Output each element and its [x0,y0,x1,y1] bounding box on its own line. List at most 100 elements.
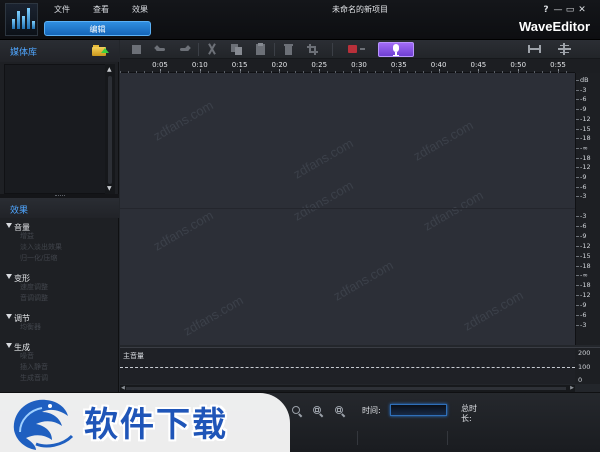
db-scale-mark [576,99,579,101]
media-library-list[interactable] [4,64,114,194]
db-scale-label: -18 [580,153,591,162]
maximize-button[interactable]: ▭ [565,5,575,15]
wave-editor-window: 文件 查看 效果 编辑 未命名的新项目 ? — ▭ ✕ WaveEditor 媒… [0,0,600,452]
effects-item[interactable]: 插入静音 [4,362,116,373]
scroll-up-icon[interactable]: ▲ [107,66,112,73]
db-scale: dB -3 -6 -9 -12 -15 -18 -∞ -18 -12 -9 -6 -3 -3 -6 -9 -12… [575,73,600,345]
effects-item[interactable]: 噪音 [4,351,116,362]
watermark-text: zdfans.com [410,117,476,164]
paste-icon[interactable] [254,43,267,55]
master-scale-label: 0 [578,376,583,384]
ruler-tick-label: 0:25 [311,61,328,69]
open-folder-icon[interactable] [92,45,109,56]
save-icon[interactable] [130,43,143,55]
copy-icon[interactable] [230,43,243,55]
db-scale-mark [576,315,579,316]
scroll-down-icon[interactable]: ▼ [107,185,112,192]
db-scale-label: -6 [580,95,587,104]
db-scale-mark [576,157,579,159]
mic-icon [392,44,400,56]
db-scale-label: -∞ [580,143,588,152]
zoom-fit-icon[interactable] [335,406,347,418]
effects-group-label: 变形 [14,274,30,283]
db-scale-label: -3 [580,212,587,220]
effects-group-adjust[interactable]: 调节 [4,313,116,323]
effects-group-volume[interactable]: 音量 [4,222,116,232]
ruler-tick-label: 0:40 [430,61,447,69]
scroll-right-icon[interactable]: ▶ [570,385,574,391]
ruler-tick-label: 0:05 [152,61,168,69]
master-volume-track[interactable]: 主音量 [120,347,575,384]
db-scale-label: -9 [580,173,587,181]
effects-item[interactable]: 淡入淡出效果 [4,242,116,253]
master-volume-scale: 200 100 0 [575,347,600,384]
master-volume-envelope[interactable] [120,367,575,368]
help-button[interactable]: ? [541,5,551,15]
effects-item[interactable]: 生成音调 [4,373,116,384]
record-dropdown-icon[interactable] [346,43,370,55]
ruler-tick-label: 0:55 [550,61,566,69]
watermark-text: zdfans.com [290,135,356,182]
db-scale-mark [576,305,579,307]
media-library-title: 媒体库 [10,48,38,58]
zoom-selection-icon[interactable] [313,406,325,418]
db-scale-label: -∞ [580,271,588,280]
editing-toolbar [120,40,600,59]
ruler-tick-label: 0:15 [231,61,248,69]
horizontal-scrollbar[interactable]: ◀ ▶ [120,385,575,392]
db-scale-mark [576,255,579,257]
effects-group-label: 音量 [14,223,30,232]
effects-item[interactable]: 归一化/压缩 [4,253,116,264]
toolbar-divider [198,43,199,56]
minimize-button[interactable]: — [553,5,563,15]
effects-group-generate[interactable]: 生成 [4,342,116,352]
db-scale-label: -12 [580,163,591,172]
effects-item[interactable]: 均衡器 [4,322,116,333]
db-scale-mark [576,265,579,267]
db-scale-mark [576,245,579,247]
time-ruler[interactable]: 0:05 0:10 0:15 0:20 0:25 0:30 0:35 0:40 0:45 0:50… [120,59,575,73]
watermark-text: zdfans.com [460,287,526,334]
expand-triangle-icon[interactable] [6,314,12,319]
scroll-left-icon[interactable]: ◀ [121,385,125,391]
undo-icon[interactable] [154,43,167,55]
db-scale-label: -9 [580,301,587,310]
brand-logo: WaveEditor [518,19,590,34]
db-scale-label: -15 [580,251,591,260]
effects-item[interactable]: 速度调整 [4,282,116,293]
expand-triangle-icon[interactable] [6,274,12,279]
redo-icon[interactable] [178,43,191,55]
effects-group-label: 生成 [14,343,30,352]
window-title: 未命名的新项目 [332,5,388,14]
fit-width-icon[interactable] [528,43,541,55]
effects-group-transform[interactable]: 变形 [4,273,116,283]
watermark-brand-text: 软件下载 [84,405,228,445]
scroll-thumb[interactable] [126,387,566,390]
tab-edit[interactable]: 编辑 [44,21,151,36]
zoom-out-icon[interactable] [292,406,304,418]
db-scale-mark [576,324,579,326]
record-button[interactable] [378,42,414,57]
ruler-tick-label: 0:10 [191,61,208,69]
cut-icon[interactable] [206,43,219,55]
db-scale-label: -18 [580,281,591,290]
waveform-area[interactable]: zdfans.com zdfans.com zdfans.com zdfans.… [120,73,575,345]
status-divider [357,431,358,445]
db-scale-label: -6 [580,221,587,230]
master-scale-label: 100 [578,363,591,371]
crop-icon[interactable] [306,43,319,55]
effects-item[interactable]: 增益 [4,231,116,242]
effects-item[interactable]: 音调调整 [4,293,116,304]
expand-triangle-icon[interactable] [6,343,12,348]
total-length-label: 总时长: [461,404,477,423]
db-scale-mark [576,225,579,227]
db-scale-label: -9 [580,231,587,240]
delete-icon[interactable] [282,43,295,55]
close-button[interactable]: ✕ [577,5,587,15]
effects-header: 效果 [0,198,119,218]
master-scale-label: 200 [578,349,591,357]
scroll-thumb[interactable] [108,76,112,184]
expand-triangle-icon[interactable] [6,223,12,228]
fit-all-icon[interactable] [558,43,571,55]
media-scrollbar[interactable]: ▲ ▼ [105,64,115,194]
